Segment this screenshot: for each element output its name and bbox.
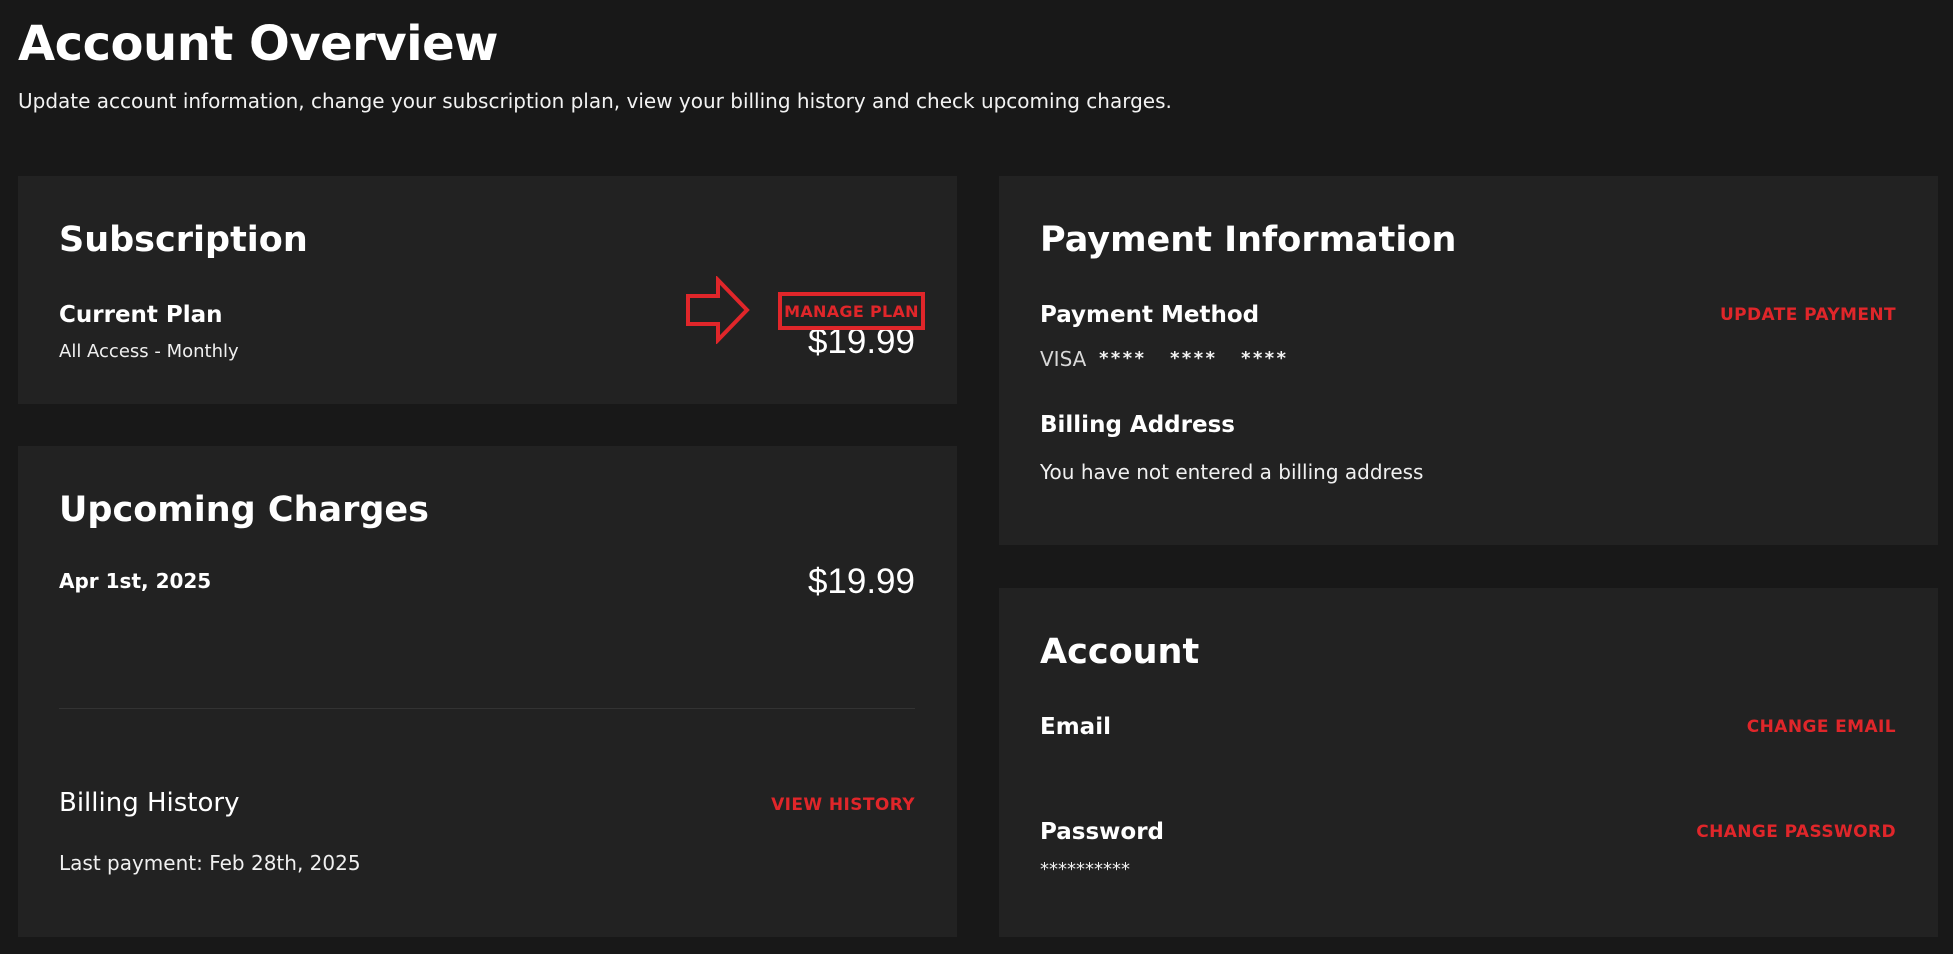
payment-information-title: Payment Information (1040, 220, 1457, 260)
arrow-right-outline-icon (686, 276, 750, 344)
current-plan-label: Current Plan (59, 302, 223, 328)
page-title: Account Overview (18, 16, 499, 72)
update-payment-link[interactable]: UPDATE PAYMENT (1720, 304, 1896, 326)
payment-information-card: Payment Information Payment Method UPDAT… (999, 176, 1938, 545)
upcoming-charge-date: Apr 1st, 2025 (59, 569, 212, 593)
account-title: Account (1040, 632, 1200, 672)
change-email-link[interactable]: CHANGE EMAIL (1747, 716, 1896, 738)
payment-method-label: Payment Method (1040, 302, 1260, 328)
subscription-card: Subscription Current Plan All Access - M… (18, 176, 957, 404)
billing-address-value: You have not entered a billing address (1040, 460, 1424, 484)
account-overview-page: Account Overview Update account informat… (0, 0, 1953, 954)
password-masked: ********** (1040, 859, 1130, 880)
page-subtitle: Update account information, change your … (18, 89, 1172, 113)
billing-address-label: Billing Address (1040, 412, 1235, 438)
account-card: Account Email CHANGE EMAIL Password CHAN… (999, 588, 1938, 937)
card-masked-number: **** **** **** (1098, 348, 1288, 369)
plan-name: All Access - Monthly (59, 341, 239, 362)
subscription-title: Subscription (59, 220, 308, 260)
upcoming-charges-card: Upcoming Charges Apr 1st, 2025 $19.99 Bi… (18, 446, 957, 937)
password-label: Password (1040, 819, 1164, 845)
change-password-link[interactable]: CHANGE PASSWORD (1696, 821, 1896, 843)
manage-plan-button[interactable]: MANAGE PLAN (778, 292, 925, 330)
last-payment-text: Last payment: Feb 28th, 2025 (59, 851, 361, 875)
card-brand: VISA (1040, 347, 1087, 371)
view-history-link[interactable]: VIEW HISTORY (771, 794, 915, 816)
upcoming-charge-amount: $19.99 (807, 562, 915, 601)
divider (59, 708, 915, 709)
card-info: VISA **** **** **** (1040, 346, 1288, 372)
upcoming-charges-title: Upcoming Charges (59, 490, 429, 530)
email-label: Email (1040, 714, 1111, 740)
billing-history-label: Billing History (59, 788, 240, 818)
